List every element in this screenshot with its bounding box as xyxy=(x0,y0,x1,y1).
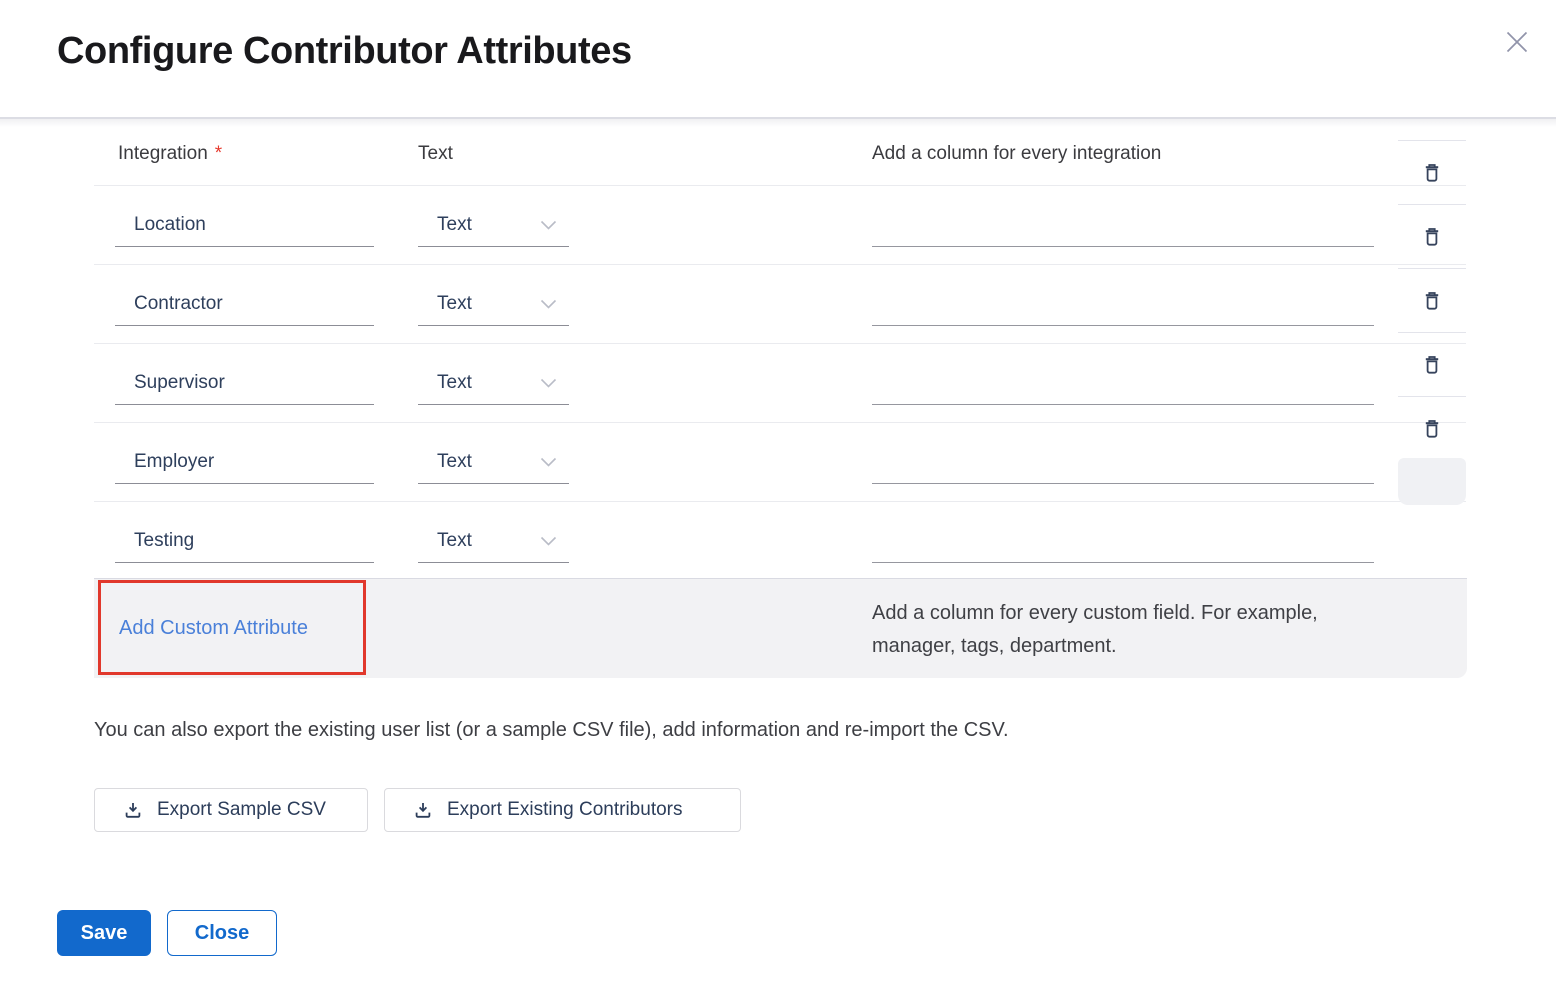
attribute-column-input[interactable] xyxy=(872,203,1374,247)
export-note: You can also export the existing user li… xyxy=(94,719,1009,742)
trash-icon xyxy=(1422,226,1442,248)
close-icon[interactable] xyxy=(1499,24,1535,60)
export-existing-contributors-button[interactable]: Export Existing Contributors xyxy=(384,788,741,832)
save-button[interactable]: Save xyxy=(57,910,151,956)
attribute-name-input[interactable]: Employer xyxy=(115,440,374,484)
trash-icon xyxy=(1422,354,1442,376)
delete-attribute-button[interactable] xyxy=(1398,140,1466,204)
dialog-title: Configure Contributor Attributes xyxy=(57,30,632,73)
x-close-icon xyxy=(1503,28,1531,56)
chevron-down-icon xyxy=(540,299,557,310)
attribute-row: Employer Text xyxy=(94,423,1466,502)
attribute-type-dropdown[interactable]: Text xyxy=(418,519,569,563)
attribute-name-input[interactable]: Supervisor xyxy=(115,361,374,405)
configure-contributor-attributes-dialog: Configure Contributor Attributes Integra… xyxy=(0,0,1556,996)
attribute-row: Location Text xyxy=(94,186,1466,265)
attribute-type-dropdown[interactable]: Text xyxy=(418,361,569,405)
add-custom-attribute-link[interactable]: Add Custom Attribute xyxy=(119,579,308,677)
trash-icon xyxy=(1422,162,1442,184)
close-button[interactable]: Close xyxy=(167,910,277,956)
export-sample-csv-button[interactable]: Export Sample CSV xyxy=(94,788,368,832)
delete-attribute-button[interactable] xyxy=(1398,332,1466,396)
chevron-down-icon xyxy=(540,220,557,231)
attribute-name-label: Integration * xyxy=(118,122,222,185)
chevron-down-icon xyxy=(540,536,557,547)
attribute-column-input[interactable] xyxy=(872,361,1374,405)
delete-attribute-button[interactable] xyxy=(1398,396,1466,460)
download-icon xyxy=(413,800,433,820)
download-icon xyxy=(123,800,143,820)
add-custom-attribute-row: Add Custom Attribute Add a column for ev… xyxy=(94,578,1467,678)
integration-label: Integration xyxy=(118,143,208,165)
custom-field-description: Add a column for every custom field. For… xyxy=(872,597,1318,663)
chevron-down-icon xyxy=(540,457,557,468)
attribute-type-dropdown[interactable]: Text xyxy=(418,203,569,247)
trash-icon xyxy=(1422,418,1442,440)
attribute-row: Supervisor Text xyxy=(94,344,1466,423)
attribute-column-input[interactable] xyxy=(872,440,1374,484)
attribute-row: Testing Text xyxy=(94,502,1466,578)
delete-attribute-button[interactable] xyxy=(1398,268,1466,332)
trash-icon xyxy=(1422,290,1442,312)
attribute-row: Contractor Text xyxy=(94,265,1466,344)
attribute-name-input[interactable]: Testing xyxy=(115,519,374,563)
attribute-type-dropdown[interactable]: Text xyxy=(418,282,569,326)
required-asterisk: * xyxy=(215,143,222,165)
attribute-type-dropdown[interactable]: Text xyxy=(418,440,569,484)
attribute-type-label: Text xyxy=(418,122,453,185)
attribute-column-input[interactable] xyxy=(872,282,1374,326)
attribute-row-integration: Integration * Text Add a column for ever… xyxy=(94,122,1466,186)
attribute-description-label: Add a column for every integration xyxy=(872,122,1161,185)
attribute-name-input[interactable]: Contractor xyxy=(115,282,374,326)
attribute-column-input[interactable] xyxy=(872,519,1374,563)
delete-attribute-button[interactable] xyxy=(1398,204,1466,268)
delete-column-disabled-cell xyxy=(1398,458,1466,505)
chevron-down-icon xyxy=(540,378,557,389)
attribute-name-input[interactable]: Location xyxy=(115,203,374,247)
